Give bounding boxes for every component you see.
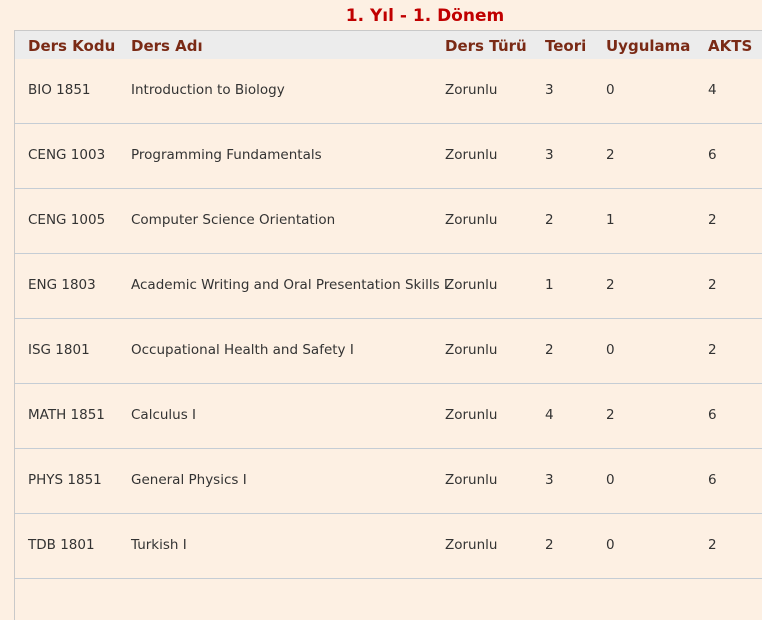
column-header-practice: Uygulama [606,37,691,55]
course-type-cell: Zorunlu [445,407,498,423]
practice-hours-cell: 2 [606,147,615,163]
table-row: MATH 1851 Calculus I Zorunlu 4 2 6 [15,383,762,449]
theory-hours-cell: 3 [545,472,554,488]
theory-hours-cell: 2 [545,537,554,553]
table-row: TDB 1801 Turkish I Zorunlu 2 0 2 [15,513,762,579]
course-type-cell: Zorunlu [445,472,498,488]
column-header-course-name: Ders Adı [131,37,203,55]
course-name-cell: Computer Science Orientation [131,212,336,228]
column-header-course-code: Ders Kodu [28,37,116,55]
table-row: BIO 1851 Introduction to Biology Zorunlu 3 0… [15,58,762,124]
ects-cell: 4 [708,82,717,98]
table-row: ENG 1803 Academic Writing and Oral Presen… [15,253,762,319]
course-code-cell: ENG 1803 [28,277,96,293]
practice-hours-cell: 2 [606,407,615,423]
semester-title: 1. Yıl - 1. Dönem [345,6,505,26]
course-code-cell: MATH 1851 [28,407,105,423]
table-row: CENG 1003 Programming Fundamentals Zorunlu… [15,123,762,189]
theory-hours-cell: 2 [545,212,554,228]
ects-cell: 2 [708,277,717,293]
theory-hours-cell: 3 [545,147,554,163]
course-type-cell: Zorunlu [445,147,498,163]
theory-hours-cell: 4 [545,407,554,423]
course-type-cell: Zorunlu [445,82,498,98]
course-code-cell: PHYS 1851 [28,472,102,488]
theory-hours-cell: 3 [545,82,554,98]
ects-cell: 2 [708,212,717,228]
course-type-cell: Zorunlu [445,342,498,358]
course-name-cell: Calculus I [131,407,197,423]
practice-hours-cell: 1 [606,212,615,228]
column-header-course-type: Ders Türü [445,37,527,55]
ects-cell: 6 [708,407,717,423]
table-header: Ders Kodu Ders Adı Ders Türü Teori Uygul… [15,30,762,59]
practice-hours-cell: 0 [606,342,615,358]
practice-hours-cell: 0 [606,537,615,553]
table-row: PHYS 1851 General Physics I Zorunlu 3 0 6 [15,448,762,514]
course-type-cell: Zorunlu [445,277,498,293]
column-header-ects: AKTS [708,37,753,55]
course-code-cell: CENG 1003 [28,147,106,163]
course-name-cell: Introduction to Biology [131,82,285,98]
practice-hours-cell: 2 [606,277,615,293]
ects-cell: 2 [708,342,717,358]
theory-hours-cell: 2 [545,342,554,358]
course-code-cell: BIO 1851 [28,82,91,98]
course-name-cell: Programming Fundamentals [131,147,322,163]
course-code-cell: ISG 1801 [28,342,90,358]
course-code-cell: TDB 1801 [28,537,95,553]
course-name-cell: Academic Writing and Oral Presentation S… [131,277,448,293]
theory-hours-cell: 1 [545,277,554,293]
course-code-cell: CENG 1005 [28,212,106,228]
practice-hours-cell: 0 [606,82,615,98]
course-name-cell: General Physics I [131,472,247,488]
ects-cell: 2 [708,537,717,553]
column-header-theory: Teori [545,37,587,55]
practice-hours-cell: 0 [606,472,615,488]
course-name-cell: Turkish I [131,537,187,553]
ects-cell: 6 [708,147,717,163]
table-row: ISG 1801 Occupational Health and Safety I… [15,318,762,384]
course-name-cell: Occupational Health and Safety I [131,342,354,358]
course-type-cell: Zorunlu [445,212,498,228]
course-table: Ders Kodu Ders Adı Ders Türü Teori Uygul… [14,30,762,620]
ects-cell: 6 [708,472,717,488]
course-type-cell: Zorunlu [445,537,498,553]
table-row: CENG 1005 Computer Science Orientation Zor… [15,188,762,254]
